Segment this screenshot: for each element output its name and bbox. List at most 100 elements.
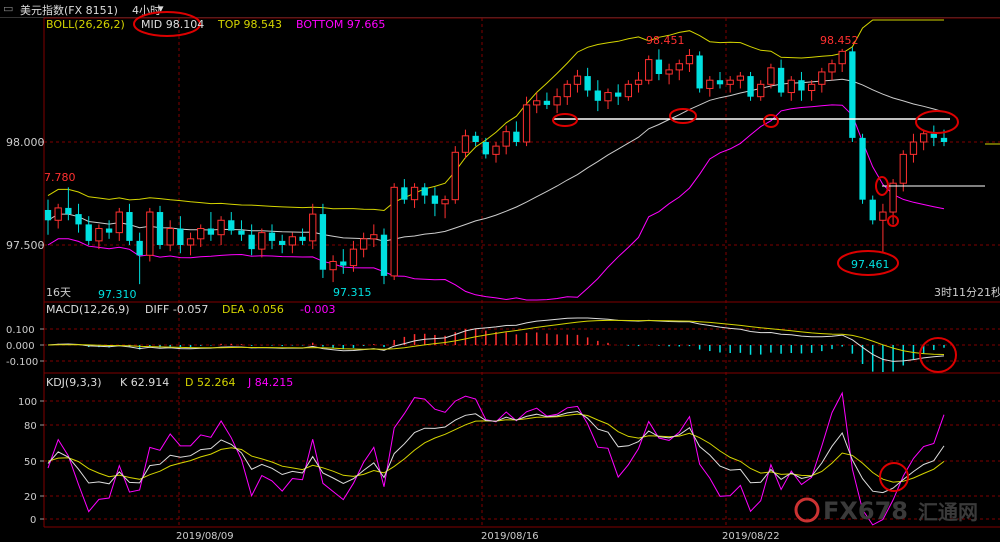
candle-body [65,207,72,215]
candle-body [502,131,510,147]
candle-body [340,261,347,266]
kdj-panel [47,391,945,526]
candle-body [645,59,653,81]
candle-body [309,213,317,242]
candle-body [44,209,52,221]
bar-countdown: 3时11分21秒 [934,285,1000,299]
candle-body [675,63,683,71]
candle-body [716,80,724,85]
timeframe-label: 16天 [46,286,71,299]
watermark-brand: FX678 [823,497,908,525]
candle-body [441,199,449,205]
macd-tick-0-1: 0.100 [6,325,35,336]
candle-body [696,55,703,89]
macd-label: MACD(12,26,9) [46,303,130,316]
kdj-tick-50: 50 [24,457,37,468]
price-tick-97-5: 97.500 [6,239,45,252]
candle-body [604,92,612,102]
candle-body [665,69,673,75]
kdj-d-line [47,413,945,483]
candle-body [747,76,754,97]
macd-tick-neg-0-1: -0.100 [6,357,38,368]
kdj-k-value: K 62.914 [120,376,169,389]
x-date-2: 2019/08/16 [481,531,539,542]
grid [40,17,1000,528]
candle-body [319,214,327,270]
candle-body [736,75,745,81]
boll-bottom-value: BOTTOM 97.665 [296,18,385,31]
candle-body [54,207,62,221]
boll-bottom-line [47,104,945,301]
watermark: FX678 汇通网 [794,497,978,525]
boll-top-value: TOP 98.543 [217,18,282,31]
candle-body [940,137,948,142]
candle-body [421,187,428,196]
candle-body [594,90,601,101]
candle-body [431,195,439,204]
candle-body [268,232,276,241]
candle-body [401,187,408,200]
candle-body [288,236,297,246]
candle-body [156,212,164,245]
macd-dea-value: DEA -0.056 [222,303,284,316]
watermark-logo-icon [794,497,820,523]
kdj-tick-0: 0 [30,515,36,526]
candle-body [258,232,266,250]
candle-body [828,63,836,73]
candle-body [166,228,174,246]
annotation-ellipse-retest [915,110,959,134]
candle-body [706,79,714,89]
candle-body [228,220,235,231]
candle-body [533,100,541,106]
candle-body [85,224,92,241]
candle-body [584,76,591,91]
candle-body [634,79,643,85]
candle-body [95,228,103,242]
candle-body [787,79,795,94]
kdj-d-value: D 52.264 [185,376,235,389]
candle-body [186,238,195,246]
candle-body [553,96,561,106]
candle-body [807,83,816,91]
candle-body [859,137,866,200]
candle-body [685,54,694,65]
left-edge-value: 7.780 [44,171,76,184]
price-chart[interactable]: BOLL(26,26,2) MID 98.104 TOP 98.543 BOTT… [0,0,1000,542]
candle-body [889,182,897,213]
candle-body [757,83,765,98]
candle-body [655,59,663,75]
candle-body [492,145,500,155]
candle-body [136,240,143,256]
annotation-high-1: 98.451 [646,34,685,47]
candle-body [543,100,551,105]
annotation-ellipse-support-touch [552,113,578,127]
boll-label: BOLL(26,26,2) [46,18,125,31]
candle-body [390,186,398,277]
candle-body [615,92,622,97]
annotation-low-2: 97.315 [333,286,372,299]
candle-body [248,234,255,250]
annotation-ellipse-macd-cross [919,337,957,373]
watermark-cn: 汇通网 [918,500,978,524]
candle-body [238,230,245,235]
candle-body [777,67,785,93]
candle-body [279,240,286,245]
price-tick-98: 98.000 [6,136,45,149]
candle-body [838,50,846,65]
kdj-k-line [47,410,945,494]
candle-body [299,236,306,241]
candle-body [798,80,805,91]
candle-body [522,104,531,143]
candle-body [624,83,633,98]
candles [44,47,948,285]
candle-body [919,133,928,143]
boll-mid-value: MID 98.104 [141,18,204,31]
candle-body [461,135,470,153]
candle-body [207,228,215,235]
candle-body [197,228,205,240]
candle-body [726,79,734,85]
candle-body [349,248,358,267]
candle-body [909,141,918,155]
candle-body [329,260,337,271]
candle-body [177,228,184,245]
